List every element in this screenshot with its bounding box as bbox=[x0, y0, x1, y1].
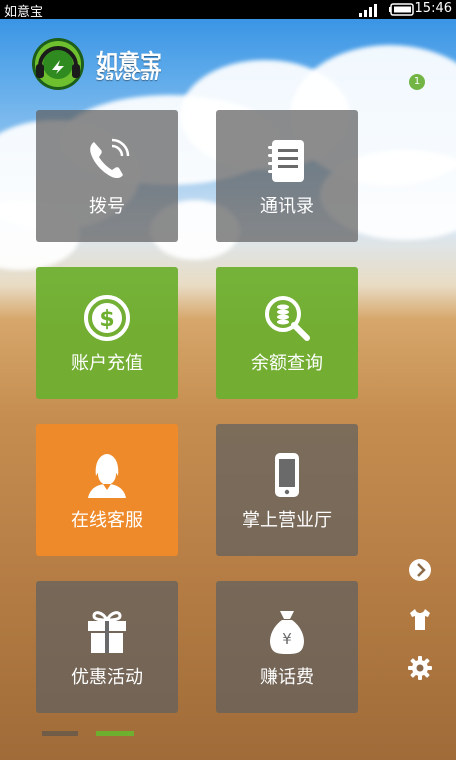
tile-dial[interactable]: 拨号 bbox=[36, 110, 178, 242]
notification-badge[interactable]: 1 bbox=[409, 74, 425, 90]
dollar-coin-icon: $ bbox=[84, 295, 130, 341]
money-bag-icon: ¥ bbox=[270, 611, 304, 654]
address-book-icon bbox=[268, 140, 304, 182]
arrow-right-circle-icon[interactable] bbox=[407, 557, 433, 583]
tile-label: 优惠活动 bbox=[71, 667, 143, 688]
tile-online-service[interactable]: 在线客服 bbox=[36, 424, 178, 556]
gift-icon bbox=[88, 611, 126, 653]
svg-text:¥: ¥ bbox=[282, 630, 292, 648]
tile-label: 账户充值 bbox=[71, 353, 143, 374]
tile-label: 掌上营业厅 bbox=[242, 510, 332, 531]
tile-label: 赚话费 bbox=[260, 667, 314, 688]
home-screen: 如意宝 15:46 如意宝 SaveCall 1 拨号 通讯录 $ 账户充值 余… bbox=[0, 0, 456, 760]
phone-icon bbox=[90, 138, 130, 179]
signal-icon bbox=[359, 4, 377, 17]
gear-icon[interactable] bbox=[407, 655, 433, 681]
tile-label: 在线客服 bbox=[71, 510, 143, 531]
tile-label: 余额查询 bbox=[251, 353, 323, 374]
tile-contacts[interactable]: 通讯录 bbox=[216, 110, 358, 242]
savecall-logo-icon bbox=[32, 38, 84, 90]
tile-label: 通讯录 bbox=[260, 196, 314, 217]
magnifier-coins-icon bbox=[265, 296, 310, 341]
page-indicator-2-active[interactable] bbox=[96, 731, 134, 736]
customer-service-icon bbox=[88, 454, 126, 498]
status-time: 15:46 bbox=[414, 1, 452, 16]
status-bar: 如意宝 15:46 bbox=[0, 0, 456, 20]
brand-name-en: SaveCall bbox=[96, 69, 159, 84]
svg-text:$: $ bbox=[99, 307, 114, 332]
tile-balance-inquiry[interactable]: 余额查询 bbox=[216, 267, 358, 399]
tile-mobile-hall[interactable]: 掌上营业厅 bbox=[216, 424, 358, 556]
mobile-phone-icon bbox=[275, 453, 299, 497]
battery-icon bbox=[389, 3, 414, 16]
tile-label: 拨号 bbox=[89, 196, 125, 217]
tshirt-icon[interactable] bbox=[407, 606, 433, 632]
tile-promotions[interactable]: 优惠活动 bbox=[36, 581, 178, 713]
page-indicator-1[interactable] bbox=[42, 731, 78, 736]
status-app-name: 如意宝 bbox=[4, 5, 44, 20]
tile-account-recharge[interactable]: $ 账户充值 bbox=[36, 267, 178, 399]
tile-earn-credit[interactable]: ¥ 赚话费 bbox=[216, 581, 358, 713]
